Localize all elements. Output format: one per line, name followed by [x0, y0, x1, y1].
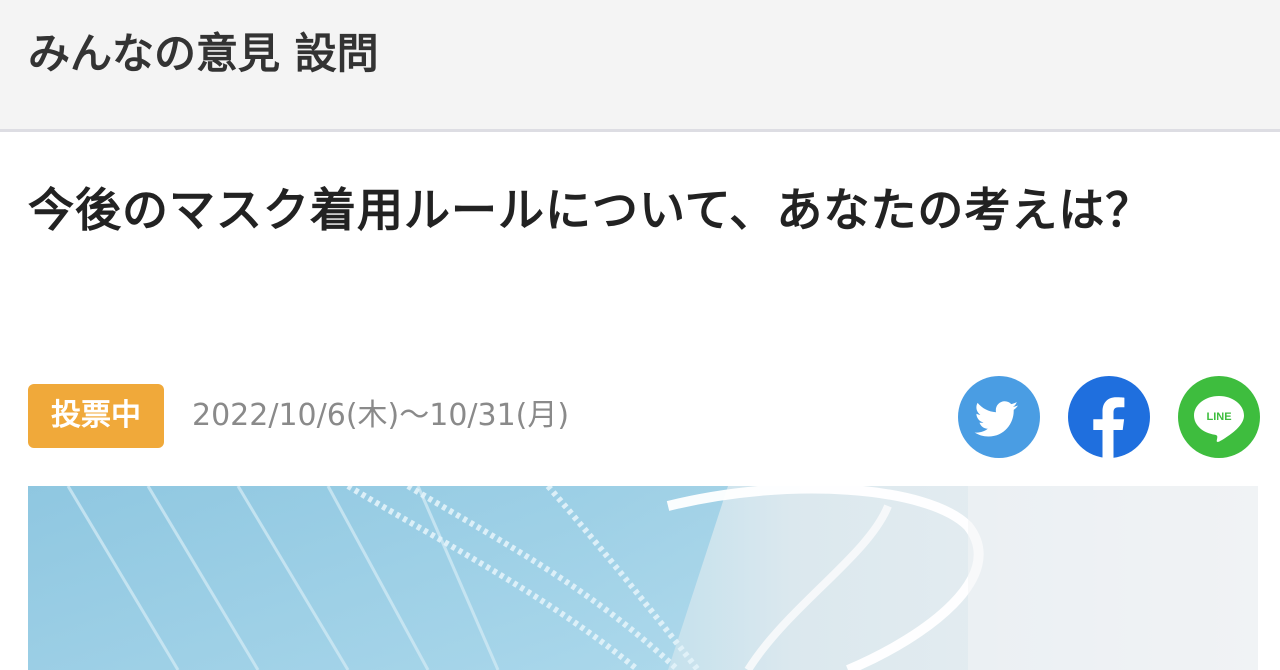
voting-period: 2022/10/6(木)〜10/31(月): [192, 398, 570, 433]
line-share-button[interactable]: LINE: [1178, 376, 1260, 458]
twitter-share-button[interactable]: [958, 376, 1040, 458]
facebook-share-button[interactable]: [1068, 376, 1150, 458]
page-header: みんなの意見 設問: [0, 0, 1280, 132]
status-badge: 投票中: [28, 384, 164, 448]
facebook-f-icon: [1093, 397, 1125, 458]
twitter-bird-icon: [974, 401, 1019, 437]
line-icon-label: LINE: [1206, 411, 1231, 423]
meta-row: 投票中 2022/10/6(木)〜10/31(月) LINE: [28, 376, 1260, 458]
hero-image-mask: [28, 486, 1258, 670]
question-title: 今後のマスク着用ルールについて、あなたの考えは？: [28, 183, 1153, 237]
line-icon: LINE: [1194, 396, 1244, 442]
header-title: みんなの意見 設問: [28, 29, 379, 78]
